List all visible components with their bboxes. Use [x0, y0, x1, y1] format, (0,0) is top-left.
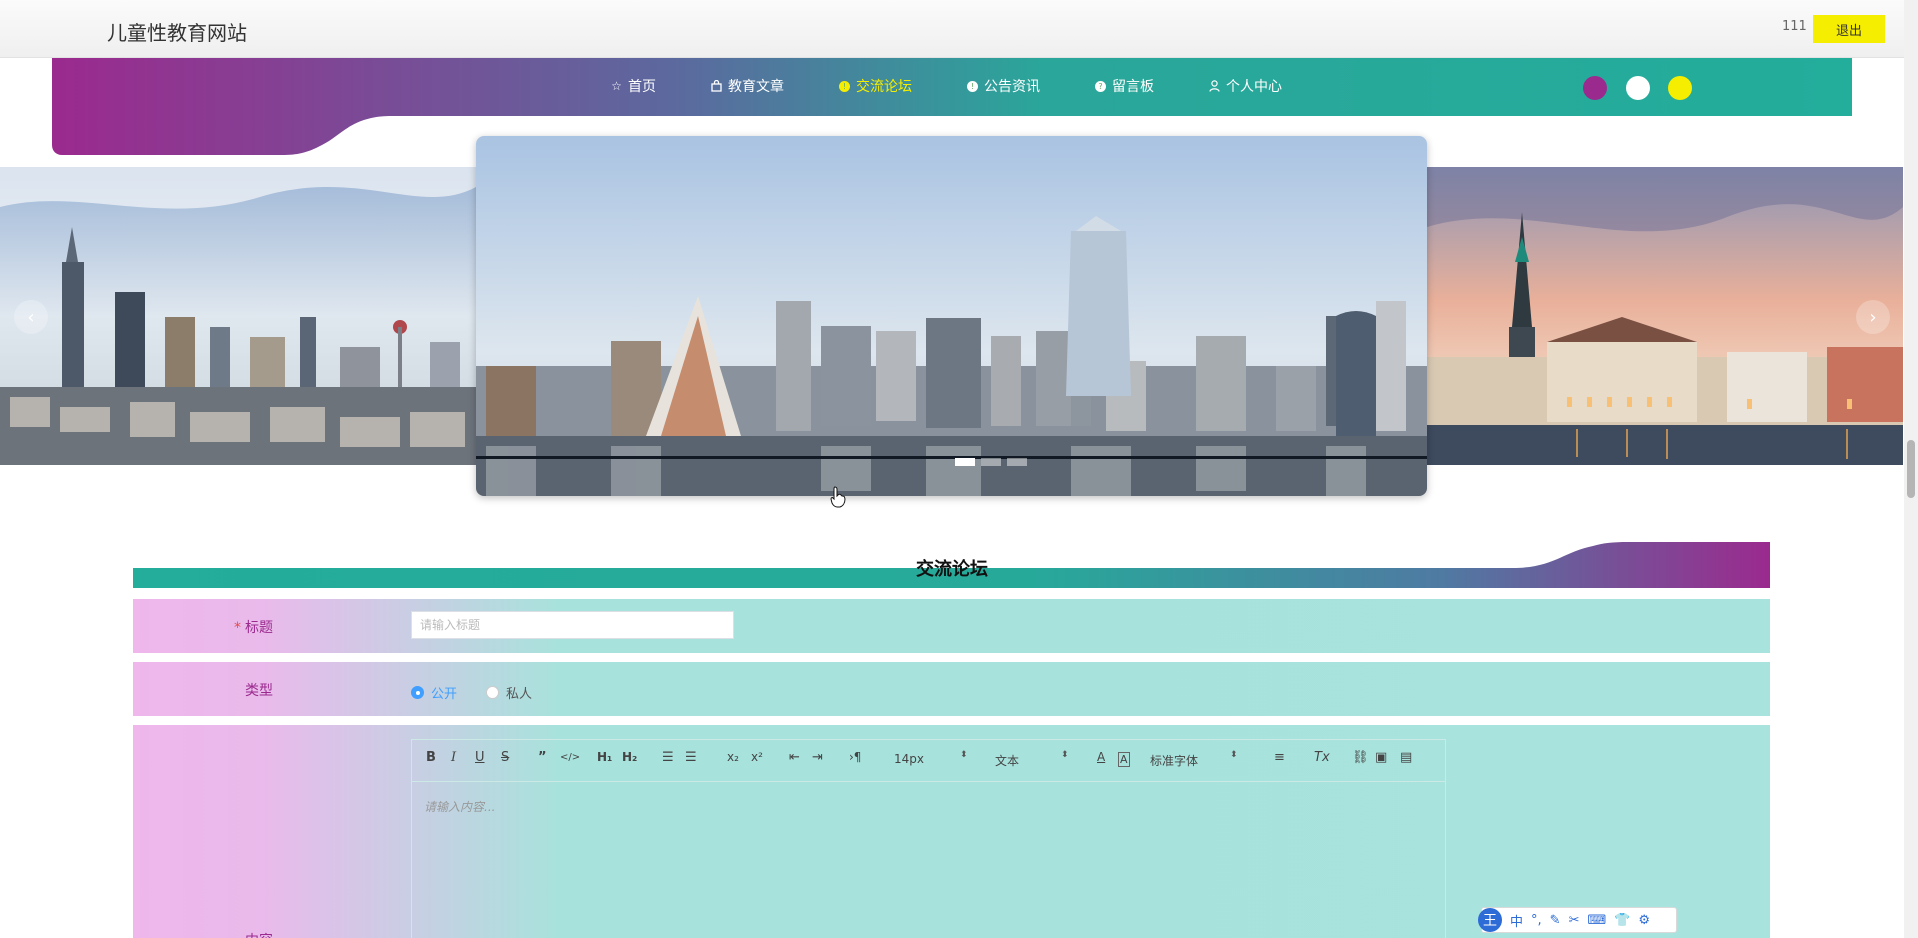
heading-select[interactable]: 文本 ⬍ [995, 750, 1069, 769]
user-name: 111 [1782, 19, 1807, 34]
site-title: 儿童性教育网站 [107, 21, 247, 45]
nav-item-label: 教育文章 [728, 79, 784, 95]
nav-item-profile[interactable]: 个人中心 [1208, 76, 1282, 96]
code-block-icon[interactable]: </> [560, 752, 580, 763]
font-family-select[interactable]: 标准字体 ⬍ [1150, 750, 1238, 769]
radio-circle [411, 686, 424, 699]
required-mark: * [234, 620, 241, 636]
ime-keyboard-icon[interactable]: ⌨ [1587, 913, 1606, 928]
superscript-icon[interactable]: x² [751, 750, 763, 764]
nav-item-forum[interactable]: ! 交流论坛 [838, 76, 912, 96]
carousel-slide-prev[interactable] [0, 167, 476, 465]
subscript-icon[interactable]: x₂ [727, 750, 739, 764]
image-icon[interactable]: ▣ [1375, 750, 1387, 765]
carousel-slide-next[interactable] [1427, 167, 1903, 465]
nav-item-home[interactable]: ☆ 首页 [610, 76, 656, 96]
font-size-select[interactable]: 14px ⬍ [894, 750, 968, 766]
ime-chinese-mode-icon[interactable]: 中 [1510, 911, 1523, 930]
strikethrough-icon[interactable]: S [501, 750, 509, 765]
italic-icon[interactable]: I [451, 750, 456, 765]
editor-toolbar: B I U S ” </> H₁ H₂ ☰ ☰ x₂ x² ⇤ ⇥ ›¶ 14p… [412, 740, 1445, 782]
background-color-icon[interactable]: A [1118, 752, 1130, 767]
title-label: * 标题 [33, 617, 273, 637]
nav-item-label: 公告资讯 [984, 79, 1040, 95]
bullet-list-icon[interactable]: ☰ [685, 750, 697, 765]
rich-text-editor[interactable]: B I U S ” </> H₁ H₂ ☰ ☰ x₂ x² ⇤ ⇥ ›¶ 14p… [411, 739, 1446, 938]
info-icon: ! [838, 80, 851, 93]
ime-logo-icon[interactable]: 王 [1478, 908, 1502, 932]
bag-icon [710, 80, 723, 93]
radio-private[interactable]: 私人 [486, 683, 532, 702]
ime-handwrite-icon[interactable]: ✎ [1550, 913, 1561, 928]
blockquote-icon[interactable]: ” [538, 750, 547, 765]
radio-public[interactable]: 公开 [411, 683, 457, 702]
carousel-slide-active[interactable] [476, 136, 1427, 496]
theme-white-button[interactable] [1626, 76, 1650, 100]
radio-circle [486, 686, 499, 699]
heading-1-icon[interactable]: H₁ [597, 750, 612, 764]
title-input[interactable] [411, 611, 734, 639]
chevron-right-icon: › [1869, 306, 1877, 328]
scroll-thumb[interactable] [1907, 440, 1915, 498]
info-icon: ? [1094, 80, 1107, 93]
ime-settings-icon[interactable]: ⚙ [1638, 913, 1650, 928]
top-bar: 儿童性教育网站 111 退出 [0, 0, 1904, 58]
carousel-prev-button[interactable]: ‹ [14, 300, 48, 334]
ordered-list-icon[interactable]: ☰ [662, 750, 674, 765]
carousel-indicator[interactable] [1007, 458, 1027, 466]
heading-value: 文本 [995, 754, 1020, 768]
type-label: 类型 [245, 683, 273, 699]
nav-item-label: 留言板 [1112, 79, 1154, 95]
hand-cursor-icon [830, 486, 846, 508]
video-icon[interactable]: ▤ [1400, 750, 1412, 765]
link-icon[interactable]: ⛓ [1352, 750, 1369, 765]
ime-skin-icon[interactable]: 👕 [1614, 913, 1630, 928]
content-label: 内容 [33, 930, 273, 938]
info-icon: ! [966, 80, 979, 93]
select-arrows-icon: ⬍ [1230, 750, 1238, 760]
page-scrollbar[interactable] [1904, 0, 1918, 938]
indent-icon[interactable]: ⇥ [812, 750, 823, 765]
nav-item-news[interactable]: ! 公告资讯 [966, 76, 1040, 96]
section-title: 交流论坛 [916, 559, 988, 580]
form-row-type: 类型 公开 私人 [133, 662, 1770, 716]
font-size-value: 14px [894, 752, 924, 766]
user-icon [1208, 80, 1221, 93]
ime-scissors-icon[interactable]: ✂ [1569, 913, 1580, 928]
nav-item-messages[interactable]: ? 留言板 [1094, 76, 1154, 96]
underline-icon[interactable]: U [475, 750, 485, 765]
nav-item-label: 首页 [628, 79, 656, 95]
carousel-next-button[interactable]: › [1856, 300, 1890, 334]
chevron-left-icon: ‹ [27, 306, 35, 328]
font-color-icon[interactable]: A [1097, 750, 1105, 764]
carousel-indicators [955, 458, 1027, 466]
text-direction-icon[interactable]: ›¶ [849, 750, 861, 764]
select-arrows-icon: ⬍ [960, 750, 968, 760]
align-icon[interactable]: ≡ [1274, 750, 1285, 765]
form-row-title: * 标题 [133, 599, 1770, 653]
logout-button[interactable]: 退出 [1813, 15, 1885, 43]
nav-item-articles[interactable]: 教育文章 [710, 76, 784, 96]
outdent-icon[interactable]: ⇤ [789, 750, 800, 765]
select-arrows-icon: ⬍ [1061, 750, 1069, 760]
ime-punctuation-icon[interactable]: °, [1531, 913, 1542, 928]
radio-public-label: 公开 [431, 687, 458, 702]
theme-yellow-button[interactable] [1668, 76, 1692, 100]
title-label-text: 标题 [245, 620, 273, 636]
theme-purple-button[interactable] [1583, 76, 1607, 100]
clear-format-icon[interactable]: Tx [1314, 750, 1330, 765]
ime-toolbar: 王 中 °, ✎ ✂ ⌨ 👕 ⚙ [1478, 907, 1677, 933]
nav-item-label: 交流论坛 [856, 79, 912, 95]
heading-2-icon[interactable]: H₂ [622, 750, 637, 764]
main-nav: ☆ 首页 教育文章 ! 交流论坛 ! 公告资讯 ? 留言板 个人中心 [610, 76, 1336, 96]
nav-item-label: 个人中心 [1226, 79, 1282, 95]
bold-icon[interactable]: B [426, 750, 436, 765]
star-icon: ☆ [611, 79, 622, 93]
radio-private-label: 私人 [506, 687, 533, 702]
editor-placeholder: 请输入内容... [424, 800, 496, 814]
carousel-indicator[interactable] [981, 458, 1001, 466]
font-family-value: 标准字体 [1150, 754, 1199, 768]
carousel-indicator[interactable] [955, 458, 975, 466]
